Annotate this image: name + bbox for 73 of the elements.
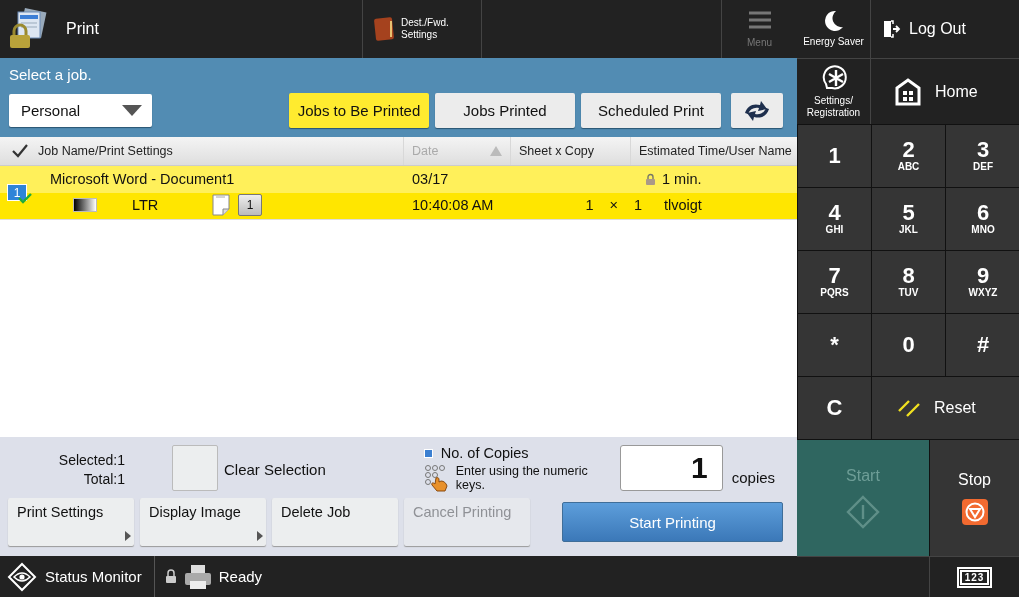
job-number: 1 [7,184,27,201]
check-icon [18,193,32,204]
page-icon [212,194,230,216]
list-tab[interactable]: Scheduled Print [581,93,721,128]
energy-saver-button[interactable]: Energy Saver [797,0,870,58]
copy-count: 1 [633,197,642,213]
home-button[interactable]: Home [871,59,1019,124]
copies-hint: Enter using the numeric keys. [455,464,589,492]
keypad-key[interactable]: 2 ABC [872,125,945,187]
keypad-key[interactable]: 7 PQRS [798,251,871,313]
keypad-key[interactable]: 9 WXYZ [946,251,1019,313]
door-icon [883,20,901,38]
eye-icon [7,561,37,592]
job-name: Microsoft Word - Document1 [49,171,236,187]
estimated-time: 1 min. [662,171,702,187]
total-count: Total:1 [83,470,125,487]
moon-icon [823,10,844,32]
menu-icon [748,10,771,29]
counter-button[interactable]: 123 [930,557,1019,597]
keypad-key[interactable]: 6 MNO [946,188,1019,250]
selected-count: Selected:1 [58,451,125,468]
list-tab[interactable]: Jobs Printed [435,93,575,128]
keypad-key[interactable]: # [946,314,1019,376]
home-icon [895,77,921,106]
column-header[interactable]: Job Name/Print Settings [38,144,173,158]
bullet-icon [423,448,433,458]
clear-selection-label: Clear Selection [224,460,326,478]
paper-size: LTR [132,197,160,213]
keypad-key[interactable]: 3 DEF [946,125,1019,187]
stop-icon [961,499,988,525]
keypad-key[interactable]: 8 TUV [872,251,945,313]
sort-arrow-icon [490,146,502,156]
reset-button[interactable]: Reset [872,377,1019,439]
book-icon [373,16,395,42]
sheet-count: 1 [585,197,594,213]
action-button[interactable]: Display Image [140,498,266,546]
copies-input-field[interactable]: 1 [619,445,723,491]
copies-title: No. of Copies [440,445,529,461]
keypad-hand-icon [423,464,450,492]
printer-icon [182,562,213,591]
app-title: Print [66,20,99,38]
instruction-text: Select a job. [9,66,92,83]
list-tab[interactable]: Jobs to Be Printed [289,93,429,128]
clear-key[interactable]: C [798,377,871,439]
column-header[interactable]: Sheet x Copy [519,144,595,158]
user-name: tlvoigt [663,197,703,213]
copy-count-badge: 1 [238,194,262,216]
job-type-dropdown[interactable]: Personal [9,94,152,127]
start-icon [846,495,880,529]
times-sign: × [609,197,618,213]
keypad-key[interactable]: * [798,314,871,376]
stop-button[interactable]: Stop [930,440,1019,556]
start-printing-button[interactable]: Start Printing [562,502,783,542]
column-header[interactable]: Estimated Time/User Name [639,144,792,158]
caret-icon [122,105,142,116]
settings-registration-button[interactable]: Settings/ Registration [797,59,870,124]
keypad-key[interactable]: 1 [798,125,871,187]
keypad-key[interactable]: 5 JKL [872,188,945,250]
keypad-key[interactable]: 0 [872,314,945,376]
color-mode-icon [73,198,97,212]
reset-icon [898,398,920,418]
action-button[interactable]: Delete Job [272,498,398,546]
copies-unit: copies [731,468,776,486]
lock-icon [164,569,177,584]
keypad-key[interactable]: 4 GHI [798,188,871,250]
action-button[interactable]: Print Settings [8,498,134,546]
refresh-button[interactable] [731,93,783,128]
job-row[interactable]: 1 Microsoft Word - Document1 03/17 1 min. LTR 1 10:40:08 AM 1 × 1 tlvoigt [0,166,797,220]
check-icon[interactable] [12,144,28,158]
job-date: 03/17 [411,171,450,187]
status-text: Ready [218,568,263,585]
log-out-button[interactable]: Log Out [871,0,1019,58]
job-time: 10:40:08 AM [411,197,495,213]
